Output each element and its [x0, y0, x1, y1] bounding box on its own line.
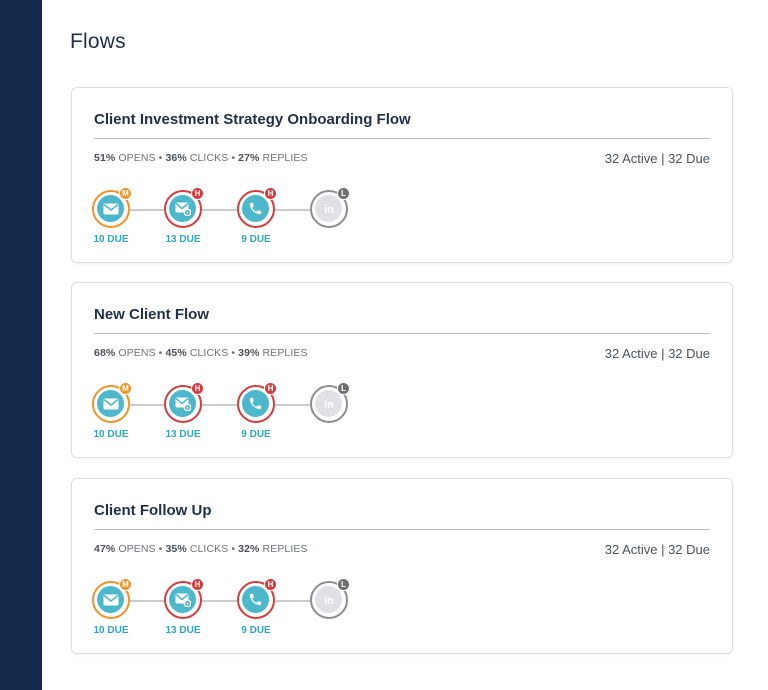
- step-connector: [275, 600, 310, 602]
- step-node[interactable]: M: [92, 382, 132, 423]
- divider: [94, 138, 710, 139]
- active-due-summary: 32 Active | 32 Due: [604, 542, 710, 557]
- sidebar: [0, 0, 42, 690]
- flow-steps: M 10 DUE H 13 DUE H 9 DUE in L: [92, 578, 392, 639]
- step-node[interactable]: H: [164, 578, 204, 619]
- mail-settings-icon: [169, 586, 196, 613]
- due-count[interactable]: 13 DUE: [164, 429, 202, 440]
- opens-label: OPENS: [118, 543, 156, 555]
- priority-badge: M: [119, 187, 132, 200]
- step-node[interactable]: in L: [310, 578, 350, 619]
- flow-title[interactable]: Client Investment Strategy Onboarding Fl…: [94, 111, 411, 128]
- due-count[interactable]: 10 DUE: [92, 625, 130, 636]
- mail-settings-icon: [169, 390, 196, 417]
- replies-label: REPLIES: [262, 543, 308, 555]
- phone-icon: [242, 586, 269, 613]
- mail-icon: [97, 195, 124, 222]
- step-node[interactable]: H: [237, 578, 277, 619]
- priority-badge: L: [337, 578, 350, 591]
- due-count[interactable]: 10 DUE: [92, 429, 130, 440]
- clicks-percent: 35%: [165, 543, 187, 555]
- flow-steps: M 10 DUE H 13 DUE H 9 DUE in L: [92, 187, 392, 248]
- mail-settings-icon: [169, 195, 196, 222]
- active-due-summary: 32 Active | 32 Due: [604, 346, 710, 361]
- clicks-label: CLICKS: [189, 347, 229, 359]
- opens-percent: 47%: [94, 543, 116, 555]
- step-connector: [202, 209, 237, 211]
- due-count[interactable]: 13 DUE: [164, 625, 202, 636]
- due-count[interactable]: 9 DUE: [237, 429, 275, 440]
- linkedin-icon: in: [315, 195, 342, 222]
- step-connector: [275, 404, 310, 406]
- replies-percent: 27%: [238, 152, 260, 164]
- flow-card[interactable]: Client Investment Strategy Onboarding Fl…: [71, 87, 733, 263]
- clicks-label: CLICKS: [189, 152, 229, 164]
- flow-stats: 51% OPENS • 36% CLICKS • 27% REPLIES: [94, 152, 308, 164]
- step-node[interactable]: H: [164, 187, 204, 228]
- flow-title[interactable]: Client Follow Up: [94, 502, 212, 519]
- due-count[interactable]: 9 DUE: [237, 625, 275, 636]
- step-connector: [130, 600, 164, 602]
- priority-badge: H: [264, 187, 277, 200]
- priority-badge: L: [337, 382, 350, 395]
- replies-label: REPLIES: [262, 347, 308, 359]
- clicks-label: CLICKS: [189, 543, 229, 555]
- phone-icon: [242, 195, 269, 222]
- step-connector: [202, 600, 237, 602]
- opens-percent: 68%: [94, 347, 116, 359]
- clicks-percent: 36%: [165, 152, 187, 164]
- step-connector: [202, 404, 237, 406]
- priority-badge: H: [191, 382, 204, 395]
- priority-badge: H: [264, 382, 277, 395]
- priority-badge: M: [119, 382, 132, 395]
- step-node[interactable]: in L: [310, 187, 350, 228]
- svg-text:in: in: [324, 204, 334, 216]
- flow-steps: M 10 DUE H 13 DUE H 9 DUE in L: [92, 382, 392, 443]
- flow-card[interactable]: Client Follow Up 47% OPENS • 35% CLICKS …: [71, 478, 733, 654]
- step-node[interactable]: M: [92, 187, 132, 228]
- replies-percent: 39%: [238, 347, 260, 359]
- priority-badge: H: [191, 187, 204, 200]
- step-connector: [275, 209, 310, 211]
- priority-badge: H: [191, 578, 204, 591]
- flow-stats: 47% OPENS • 35% CLICKS • 32% REPLIES: [94, 543, 308, 555]
- step-node[interactable]: M: [92, 578, 132, 619]
- step-node[interactable]: H: [164, 382, 204, 423]
- svg-text:in: in: [324, 399, 334, 411]
- priority-badge: L: [337, 187, 350, 200]
- divider: [94, 529, 710, 530]
- step-node[interactable]: H: [237, 187, 277, 228]
- flow-title[interactable]: New Client Flow: [94, 306, 209, 323]
- replies-label: REPLIES: [262, 152, 308, 164]
- main-content: Flows Client Investment Strategy Onboard…: [42, 0, 768, 690]
- priority-badge: H: [264, 578, 277, 591]
- active-due-summary: 32 Active | 32 Due: [604, 151, 710, 166]
- divider: [94, 333, 710, 334]
- priority-badge: M: [119, 578, 132, 591]
- flow-card[interactable]: New Client Flow 68% OPENS • 45% CLICKS •…: [71, 282, 733, 458]
- due-count[interactable]: 9 DUE: [237, 234, 275, 245]
- svg-text:in: in: [324, 595, 334, 607]
- step-connector: [130, 209, 164, 211]
- due-count[interactable]: 13 DUE: [164, 234, 202, 245]
- step-connector: [130, 404, 164, 406]
- opens-label: OPENS: [118, 347, 156, 359]
- due-count[interactable]: 10 DUE: [92, 234, 130, 245]
- mail-icon: [97, 586, 124, 613]
- flow-stats: 68% OPENS • 45% CLICKS • 39% REPLIES: [94, 347, 308, 359]
- linkedin-icon: in: [315, 390, 342, 417]
- phone-icon: [242, 390, 269, 417]
- replies-percent: 32%: [238, 543, 260, 555]
- opens-percent: 51%: [94, 152, 116, 164]
- step-node[interactable]: in L: [310, 382, 350, 423]
- page-title: Flows: [70, 30, 126, 53]
- mail-icon: [97, 390, 124, 417]
- opens-label: OPENS: [118, 152, 156, 164]
- clicks-percent: 45%: [165, 347, 187, 359]
- linkedin-icon: in: [315, 586, 342, 613]
- step-node[interactable]: H: [237, 382, 277, 423]
